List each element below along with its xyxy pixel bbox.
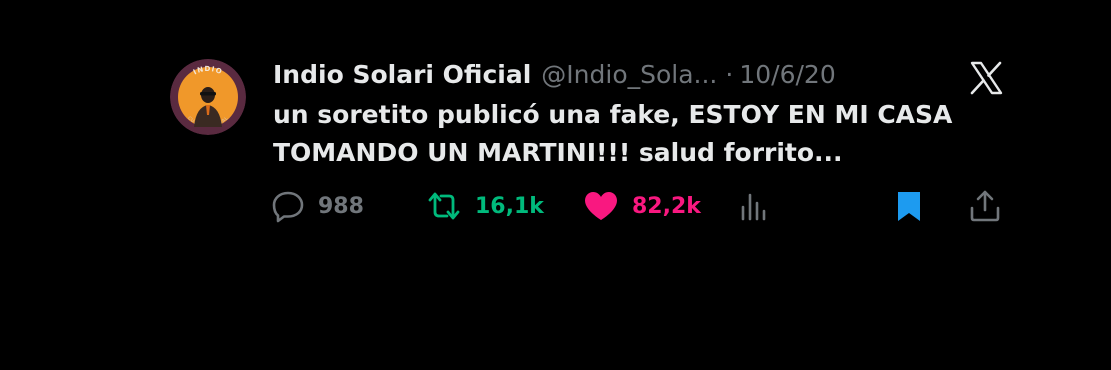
separator-dot: · bbox=[725, 60, 734, 89]
x-logo-icon bbox=[968, 60, 1004, 96]
share-button[interactable] bbox=[968, 186, 1002, 226]
tweet-date[interactable]: 10/6/20 bbox=[739, 60, 835, 89]
heart-icon bbox=[582, 189, 620, 223]
reply-button[interactable]: 988 bbox=[270, 186, 364, 226]
tweet-text-line: TOMANDO UN MARTINI!!! salud forrito... bbox=[273, 138, 843, 167]
bookmark-icon bbox=[894, 189, 924, 223]
views-icon bbox=[738, 189, 770, 223]
display-name[interactable]: Indio Solari Oficial bbox=[273, 60, 531, 89]
tweet-actions: 988 16,1k 82,2k bbox=[270, 186, 1000, 226]
retweet-button[interactable]: 16,1k bbox=[425, 186, 544, 226]
tweet-header: Indio Solari Oficial @Indio_Sola... · 10/6/… bbox=[273, 58, 953, 92]
like-count: 82,2k bbox=[632, 193, 701, 219]
retweet-icon bbox=[425, 189, 463, 223]
reply-count: 988 bbox=[318, 193, 364, 219]
tweet-card[interactable]: INDIO CUENTA OFICIAL Indio Solari Oficia… bbox=[170, 56, 1010, 236]
reply-icon bbox=[270, 189, 306, 223]
like-button[interactable]: 82,2k bbox=[582, 186, 701, 226]
retweet-count: 16,1k bbox=[475, 193, 544, 219]
tweet-text: un soretito publicó una fake, ESTOY EN M… bbox=[273, 96, 993, 172]
views-button[interactable] bbox=[738, 186, 770, 226]
avatar[interactable]: INDIO CUENTA OFICIAL bbox=[170, 59, 246, 135]
user-handle[interactable]: @Indio_Sola... bbox=[541, 60, 717, 89]
tweet-text-line: un soretito publicó una fake, ESTOY EN M… bbox=[273, 100, 953, 129]
share-icon bbox=[968, 189, 1002, 223]
bookmark-button[interactable] bbox=[894, 186, 924, 226]
